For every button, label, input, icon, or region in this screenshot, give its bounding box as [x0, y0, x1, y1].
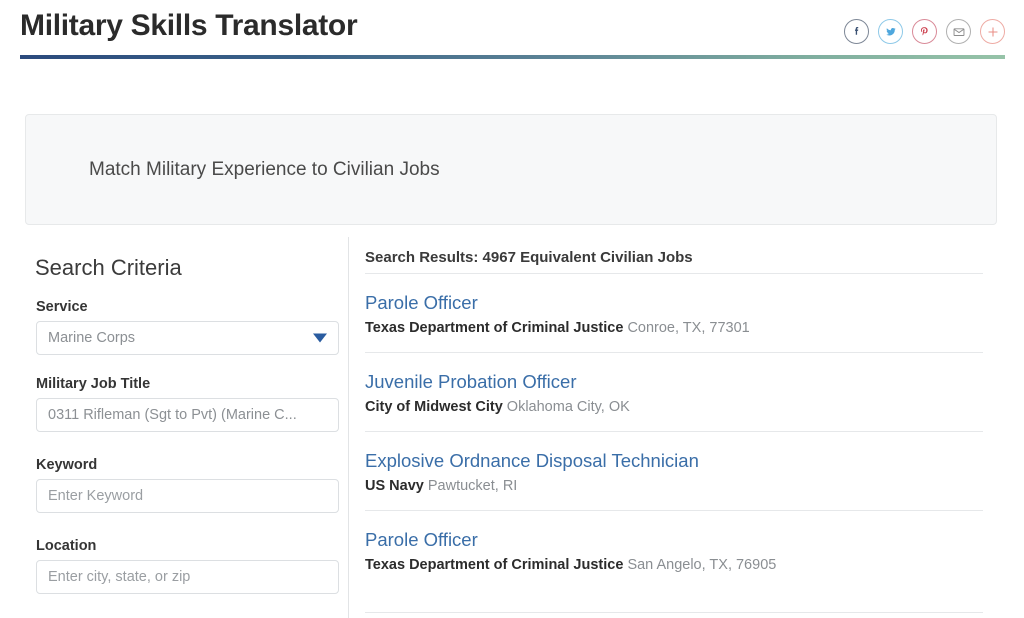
results-bottom-rule — [365, 612, 983, 613]
pinterest-icon — [918, 25, 931, 38]
social-share-bar — [844, 19, 1005, 44]
result-title-link[interactable]: Parole Officer — [365, 529, 983, 551]
result-employer: City of Midwest City — [365, 399, 503, 415]
result-item: Parole Officer Texas Department of Crimin… — [365, 273, 983, 352]
keyword-field-group: Keyword Enter Keyword — [36, 457, 339, 513]
result-meta: Texas Department of Criminal Justice San… — [365, 556, 983, 575]
search-criteria-heading: Search Criteria — [35, 255, 182, 281]
keyword-input[interactable]: Enter Keyword — [36, 479, 339, 513]
result-location: Oklahoma City, OK — [507, 399, 630, 415]
result-item: Explosive Ordnance Disposal Technician US… — [365, 431, 983, 510]
result-location: Pawtucket, RI — [428, 478, 517, 494]
chevron-down-icon — [313, 334, 327, 343]
pinterest-share-button[interactable] — [912, 19, 937, 44]
banner-headline: Match Military Experience to Civilian Jo… — [89, 159, 440, 181]
result-item: Parole Officer Texas Department of Crimin… — [365, 510, 983, 589]
location-field-group: Location Enter city, state, or zip — [36, 538, 339, 594]
result-meta: US Navy Pawtucket, RI — [365, 477, 983, 496]
hero-banner: Match Military Experience to Civilian Jo… — [25, 114, 997, 225]
keyword-label: Keyword — [36, 457, 339, 473]
more-share-button[interactable] — [980, 19, 1005, 44]
page-header: Military Skills Translator — [0, 0, 1024, 62]
service-select-value: Marine Corps — [48, 330, 135, 346]
facebook-share-button[interactable] — [844, 19, 869, 44]
facebook-icon — [850, 25, 863, 38]
job-title-value: 0311 Rifleman (Sgt to Pvt) (Marine C... — [48, 407, 297, 423]
header-gradient-rule — [20, 55, 1005, 59]
result-meta: Texas Department of Criminal Justice Con… — [365, 319, 983, 338]
service-select[interactable]: Marine Corps — [36, 321, 339, 355]
location-label: Location — [36, 538, 339, 554]
main-content: Search Criteria Service Marine Corps Mil… — [0, 237, 1024, 618]
result-title-link[interactable]: Juvenile Probation Officer — [365, 371, 983, 393]
twitter-share-button[interactable] — [878, 19, 903, 44]
job-title-input[interactable]: 0311 Rifleman (Sgt to Pvt) (Marine C... — [36, 398, 339, 432]
plus-icon — [986, 25, 1000, 39]
search-results-list: Parole Officer Texas Department of Crimin… — [365, 273, 983, 588]
result-employer: Texas Department of Criminal Justice — [365, 320, 623, 336]
email-share-button[interactable] — [946, 19, 971, 44]
result-title-link[interactable]: Explosive Ordnance Disposal Technician — [365, 450, 983, 472]
result-employer: US Navy — [365, 478, 424, 494]
twitter-icon — [884, 25, 898, 39]
result-employer: Texas Department of Criminal Justice — [365, 557, 623, 573]
search-results-heading: Search Results: 4967 Equivalent Civilian… — [365, 249, 693, 266]
job-title-label: Military Job Title — [36, 376, 339, 392]
search-criteria-panel: Search Criteria Service Marine Corps Mil… — [0, 237, 348, 618]
result-item: Juvenile Probation Officer City of Midwes… — [365, 352, 983, 431]
job-title-field-group: Military Job Title 0311 Rifleman (Sgt to… — [36, 376, 339, 432]
service-field-group: Service Marine Corps — [36, 299, 339, 355]
result-title-link[interactable]: Parole Officer — [365, 292, 983, 314]
page-title: Military Skills Translator — [20, 9, 357, 43]
keyword-placeholder: Enter Keyword — [48, 488, 143, 504]
search-results-panel: Search Results: 4967 Equivalent Civilian… — [349, 237, 1024, 618]
location-placeholder: Enter city, state, or zip — [48, 569, 190, 585]
result-meta: City of Midwest City Oklahoma City, OK — [365, 398, 983, 417]
envelope-icon — [952, 25, 966, 39]
result-location: Conroe, TX, 77301 — [627, 320, 749, 336]
service-label: Service — [36, 299, 339, 315]
location-input[interactable]: Enter city, state, or zip — [36, 560, 339, 594]
result-location: San Angelo, TX, 76905 — [627, 557, 776, 573]
